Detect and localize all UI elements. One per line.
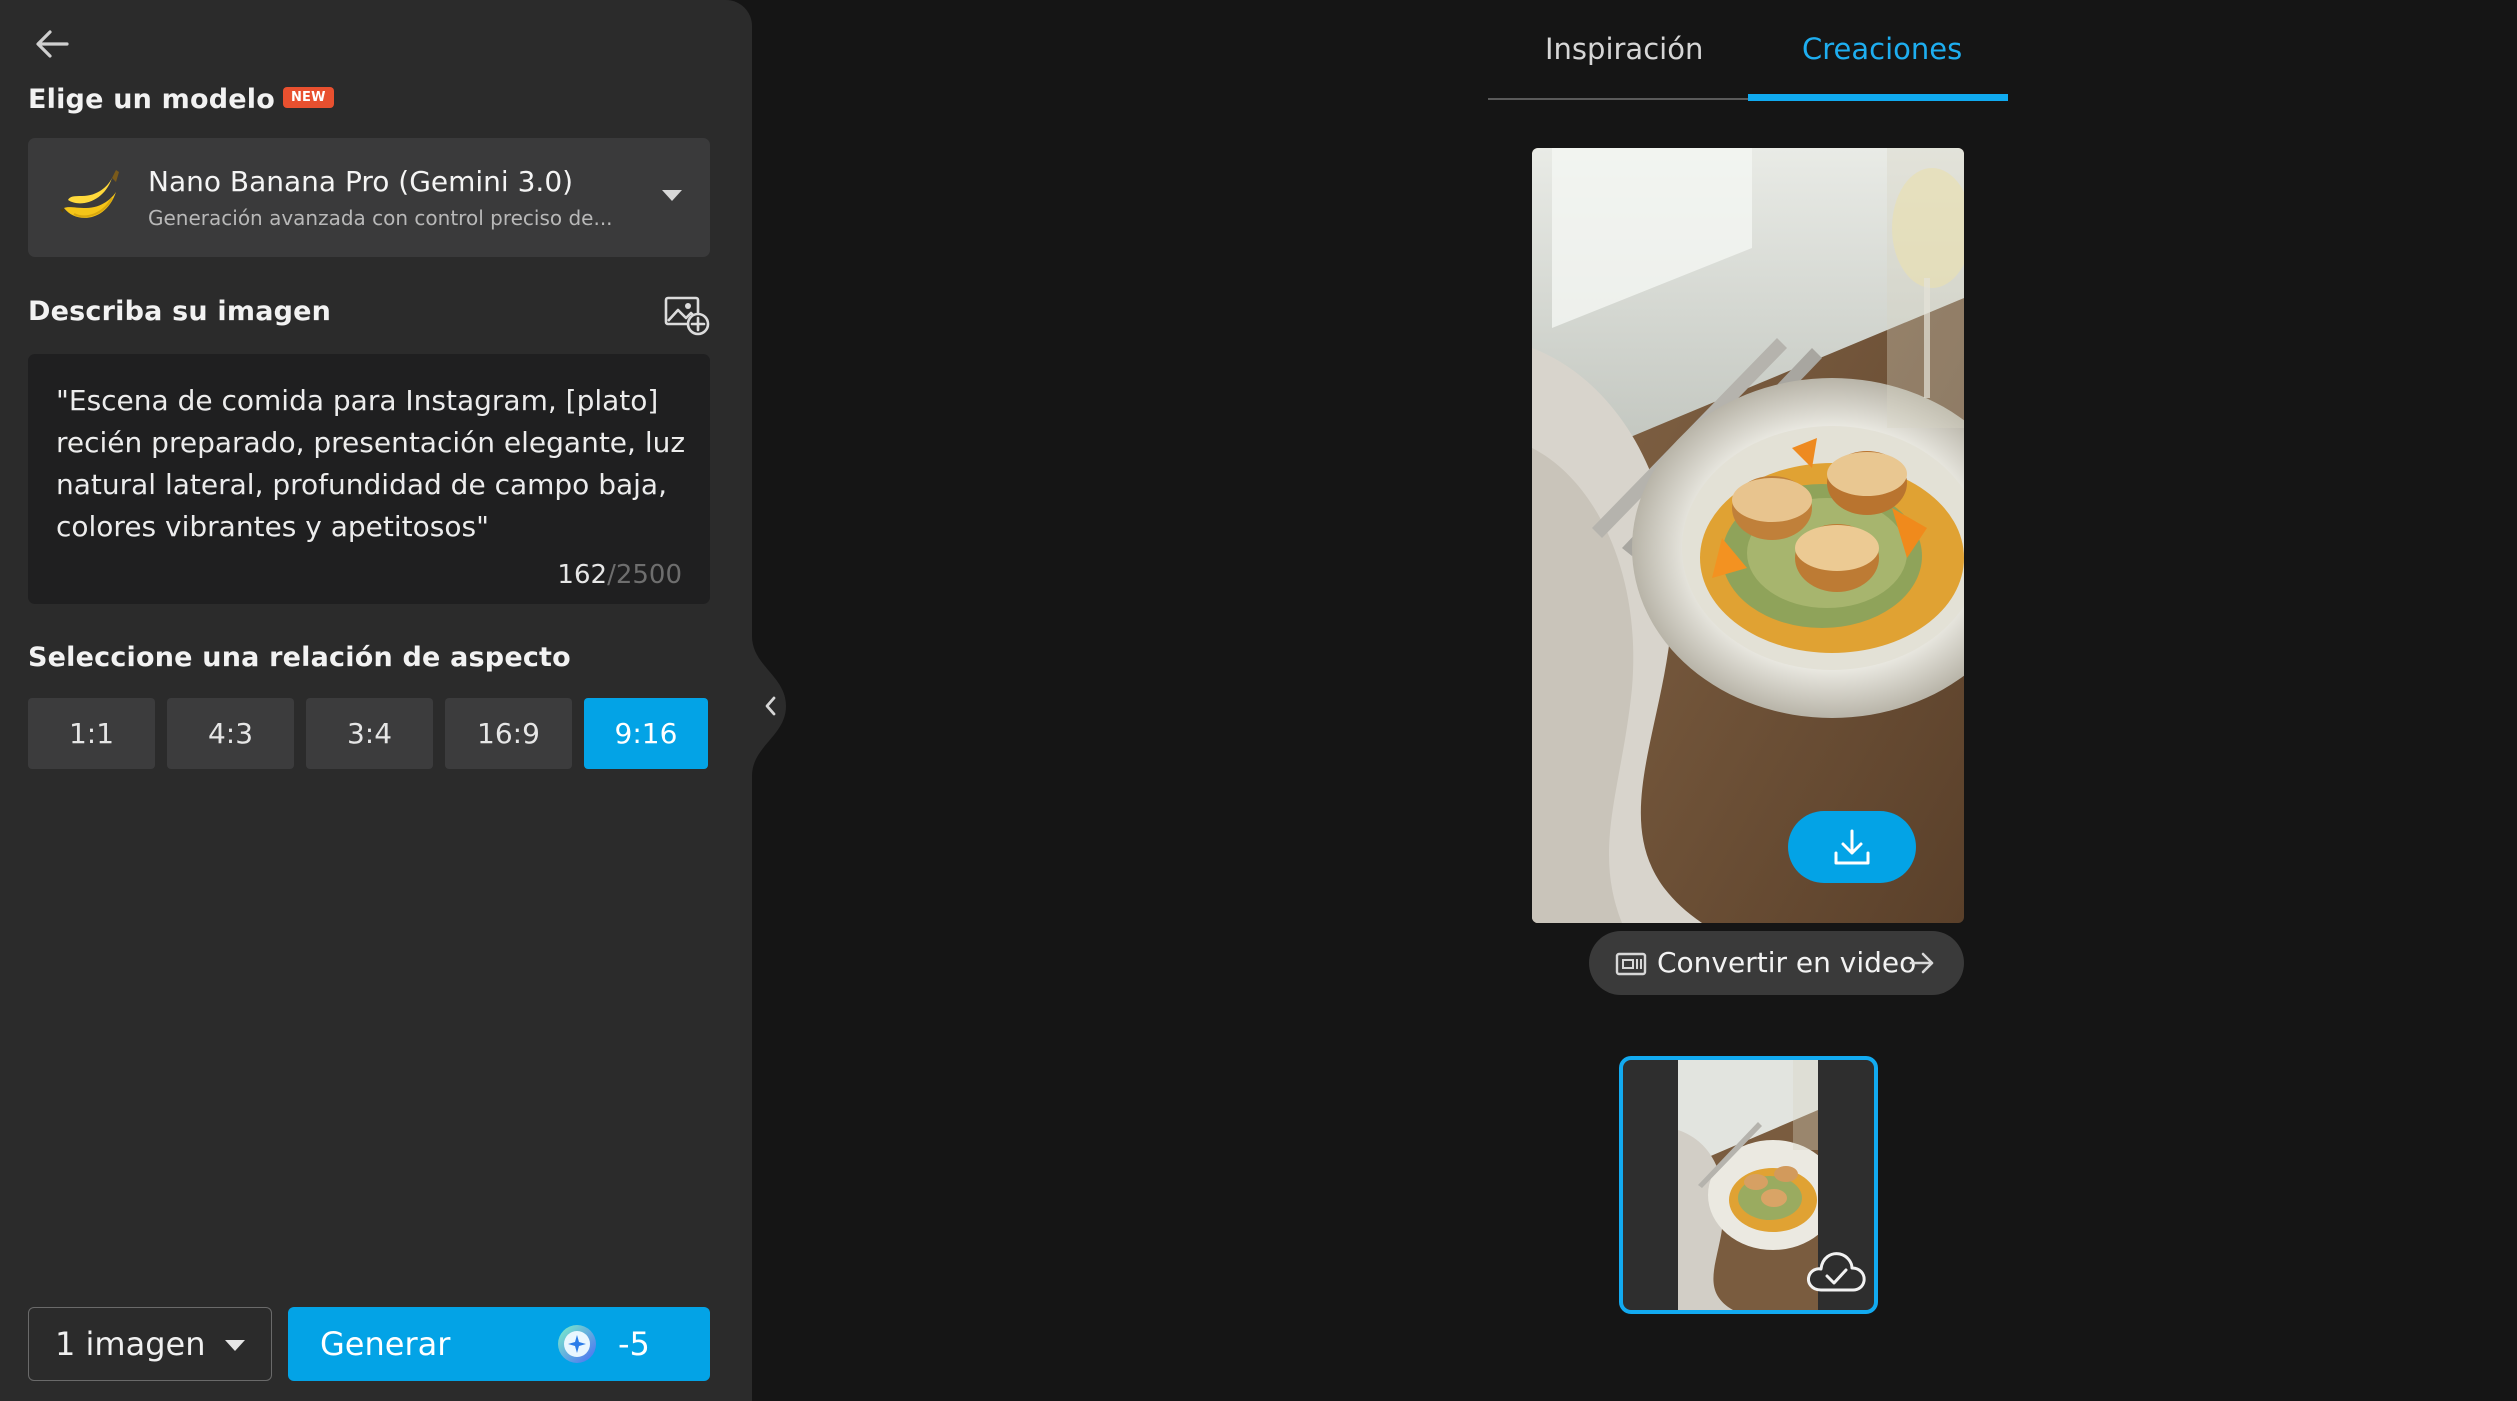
aspect-option-16-9[interactable]: 16:9	[445, 698, 572, 769]
new-badge: NEW	[282, 87, 334, 108]
char-count-used: 162	[557, 560, 608, 590]
model-description: Generación avanzada con control preciso …	[148, 206, 613, 230]
image-plus-icon[interactable]	[664, 294, 710, 336]
sparkle-credit-icon	[558, 1325, 596, 1363]
caret-down-icon	[662, 190, 682, 201]
video-frame-icon	[1615, 952, 1647, 976]
convert-video-label: Convertir en video	[1657, 946, 1917, 979]
aspect-option-1-1[interactable]: 1:1	[28, 698, 155, 769]
model-section-title: Elige un modelo NEW	[28, 84, 334, 115]
settings-panel: Elige un modelo NEW Nano Banana Pro (Gemi…	[0, 0, 752, 1401]
char-counter: 162/2500	[557, 560, 682, 590]
aspect-option-9-16[interactable]: 9:16	[584, 698, 708, 769]
convert-video-button[interactable]: Convertir en video	[1589, 931, 1964, 995]
model-name: Nano Banana Pro (Gemini 3.0)	[148, 165, 574, 198]
prompt-text: "Escena de comida para Instagram, [plato…	[56, 384, 694, 543]
caret-down-icon	[225, 1340, 245, 1351]
generate-button[interactable]: Generar -5	[288, 1307, 710, 1381]
download-button[interactable]	[1788, 811, 1916, 883]
download-icon	[1834, 829, 1870, 865]
credit-cost: -5	[618, 1325, 650, 1363]
image-count-dropdown[interactable]: 1 imagen	[28, 1307, 272, 1381]
char-count-max: /2500	[607, 560, 682, 590]
arrow-right-icon	[1909, 952, 1934, 974]
banana-icon	[60, 170, 119, 218]
generate-label: Generar	[320, 1325, 451, 1363]
aspect-option-3-4[interactable]: 3:4	[306, 698, 433, 769]
prompt-textarea[interactable]: "Escena de comida para Instagram, [plato…	[28, 354, 710, 604]
model-dropdown[interactable]: Nano Banana Pro (Gemini 3.0) Generación …	[28, 138, 710, 257]
aspect-section-title: Seleccione una relación de aspecto	[28, 642, 571, 673]
collapse-panel-tab[interactable]	[752, 636, 786, 776]
aspect-ratio-group: 1:1 4:3 3:4 16:9 9:16	[28, 698, 708, 769]
creation-thumbnail[interactable]	[1619, 1056, 1878, 1314]
tab-inspiracion[interactable]: Inspiración	[1545, 32, 1703, 66]
tab-bar: Inspiración Creaciones	[1488, 0, 2008, 101]
thumbnail-image	[1678, 1060, 1818, 1310]
image-count-label: 1 imagen	[55, 1325, 206, 1363]
cloud-check-icon	[1807, 1252, 1866, 1292]
back-button[interactable]	[30, 24, 74, 64]
active-tab-indicator	[1748, 94, 2008, 101]
arrow-left-icon	[36, 30, 69, 58]
model-section-label: Elige un modelo	[28, 84, 275, 115]
aspect-option-4-3[interactable]: 4:3	[167, 698, 294, 769]
tab-creaciones[interactable]: Creaciones	[1802, 32, 1962, 66]
prompt-section-title: Describa su imagen	[28, 296, 332, 327]
generated-image[interactable]	[1532, 148, 1964, 923]
